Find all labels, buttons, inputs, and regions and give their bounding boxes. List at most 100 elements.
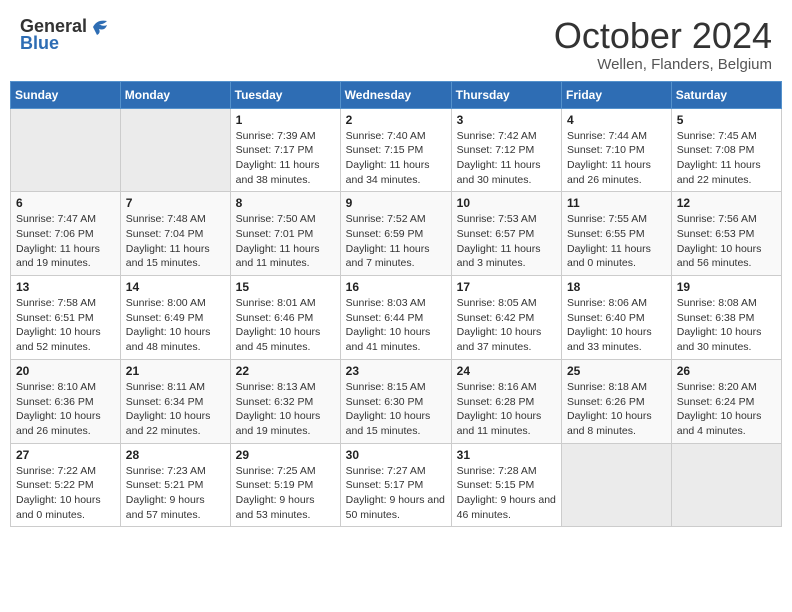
day-number: 23 bbox=[346, 364, 446, 378]
sunrise-value: 8:20 AM bbox=[718, 381, 757, 393]
calendar-cell: 5Sunrise: 7:45 AMSunset: 7:08 PMDaylight… bbox=[671, 108, 781, 192]
daylight-label: Daylight: bbox=[346, 410, 390, 422]
day-number: 20 bbox=[16, 364, 115, 378]
day-info: Sunrise: 7:39 AMSunset: 7:17 PMDaylight:… bbox=[236, 129, 335, 188]
sunset-value: 6:49 PM bbox=[164, 312, 203, 324]
page-header: General Blue October 2024 Wellen, Flande… bbox=[10, 10, 782, 73]
calendar-cell: 12Sunrise: 7:56 AMSunset: 6:53 PMDayligh… bbox=[671, 192, 781, 276]
logo-bird-icon bbox=[89, 17, 111, 37]
calendar-cell: 20 Sunrise: 8:10 AMSunset: 6:36 PMDayligh… bbox=[11, 359, 121, 443]
daylight-label: Daylight: bbox=[567, 326, 611, 338]
sunrise-value: 7:22 AM bbox=[57, 465, 96, 477]
sunrise-value: 8:00 AM bbox=[167, 297, 206, 309]
daylight-label: Daylight: bbox=[457, 410, 501, 422]
day-number: 10 bbox=[457, 196, 556, 210]
day-info: Sunrise: 8:11 AMSunset: 6:34 PMDaylight:… bbox=[126, 380, 225, 439]
sunset-value: 6:38 PM bbox=[715, 312, 754, 324]
sunset-value: 7:17 PM bbox=[274, 144, 313, 156]
daylight-label: Daylight: bbox=[457, 159, 501, 171]
sunset-label: Sunset: bbox=[346, 396, 385, 408]
sunset-value: 7:06 PM bbox=[55, 228, 94, 240]
sunset-label: Sunset: bbox=[457, 479, 496, 491]
sunrise-label: Sunrise: bbox=[677, 381, 718, 393]
sunrise-value: 8:18 AM bbox=[608, 381, 647, 393]
sunrise-label: Sunrise: bbox=[236, 130, 277, 142]
day-info: Sunrise: 7:42 AMSunset: 7:12 PMDaylight:… bbox=[457, 129, 556, 188]
sunset-value: 6:46 PM bbox=[274, 312, 313, 324]
sunrise-label: Sunrise: bbox=[126, 213, 167, 225]
sunrise-value: 7:55 AM bbox=[608, 213, 647, 225]
calendar-cell: 21Sunrise: 8:11 AMSunset: 6:34 PMDayligh… bbox=[120, 359, 230, 443]
day-number: 25 bbox=[567, 364, 666, 378]
sunrise-label: Sunrise: bbox=[126, 297, 167, 309]
sunset-value: 6:34 PM bbox=[164, 396, 203, 408]
day-info: Sunrise: 8:18 AMSunset: 6:26 PMDaylight:… bbox=[567, 380, 666, 439]
day-number: 8 bbox=[236, 196, 335, 210]
day-number: 31 bbox=[457, 448, 556, 462]
day-number: 11 bbox=[567, 196, 666, 210]
calendar-cell: 10 Sunrise: 7:53 AMSunset: 6:57 PMDayligh… bbox=[451, 192, 561, 276]
day-number: 15 bbox=[236, 280, 335, 294]
calendar-table: SundayMondayTuesdayWednesdayThursdayFrid… bbox=[10, 81, 782, 528]
day-info: Sunrise: 8:03 AMSunset: 6:44 PMDaylight:… bbox=[346, 296, 446, 355]
sunrise-label: Sunrise: bbox=[677, 130, 718, 142]
day-info: Sunrise: 7:56 AMSunset: 6:53 PMDaylight:… bbox=[677, 212, 776, 271]
sunset-label: Sunset: bbox=[346, 228, 385, 240]
daylight-label: Daylight: bbox=[236, 410, 280, 422]
sunset-label: Sunset: bbox=[16, 479, 55, 491]
day-info: Sunrise: 8:01 AMSunset: 6:46 PMDaylight:… bbox=[236, 296, 335, 355]
sunset-value: 5:21 PM bbox=[164, 479, 203, 491]
day-number: 13 bbox=[16, 280, 115, 294]
sunrise-label: Sunrise: bbox=[236, 213, 277, 225]
day-number: 19 bbox=[677, 280, 776, 294]
sunset-label: Sunset: bbox=[457, 396, 496, 408]
weekday-header-wednesday: Wednesday bbox=[340, 81, 451, 108]
sunrise-label: Sunrise: bbox=[16, 213, 57, 225]
day-number: 12 bbox=[677, 196, 776, 210]
sunrise-value: 7:52 AM bbox=[387, 213, 426, 225]
daylight-label: Daylight: bbox=[126, 410, 170, 422]
sunrise-label: Sunrise: bbox=[346, 130, 387, 142]
calendar-cell: 29Sunrise: 7:25 AMSunset: 5:19 PMDayligh… bbox=[230, 443, 340, 527]
calendar-cell: 4Sunrise: 7:44 AMSunset: 7:10 PMDaylight… bbox=[562, 108, 672, 192]
day-number: 28 bbox=[126, 448, 225, 462]
sunset-value: 6:28 PM bbox=[495, 396, 534, 408]
daylight-label: Daylight: bbox=[677, 243, 721, 255]
daylight-label: Daylight: bbox=[567, 243, 611, 255]
sunrise-label: Sunrise: bbox=[567, 381, 608, 393]
sunset-value: 6:36 PM bbox=[55, 396, 94, 408]
calendar-cell: 3Sunrise: 7:42 AMSunset: 7:12 PMDaylight… bbox=[451, 108, 561, 192]
sunrise-value: 7:39 AM bbox=[277, 130, 316, 142]
sunrise-label: Sunrise: bbox=[16, 465, 57, 477]
day-number: 26 bbox=[677, 364, 776, 378]
day-info: Sunrise: 8:00 AMSunset: 6:49 PMDaylight:… bbox=[126, 296, 225, 355]
sunrise-value: 7:25 AM bbox=[277, 465, 316, 477]
day-info: Sunrise: 7:40 AMSunset: 7:15 PMDaylight:… bbox=[346, 129, 446, 188]
daylight-label: Daylight: bbox=[677, 410, 721, 422]
sunset-value: 7:04 PM bbox=[164, 228, 203, 240]
sunset-label: Sunset: bbox=[126, 479, 165, 491]
day-number: 16 bbox=[346, 280, 446, 294]
day-number: 7 bbox=[126, 196, 225, 210]
daylight-label: Daylight: bbox=[677, 159, 721, 171]
day-info: Sunrise: 7:53 AMSunset: 6:57 PMDaylight:… bbox=[457, 212, 556, 271]
sunset-label: Sunset: bbox=[677, 396, 716, 408]
sunset-value: 6:53 PM bbox=[715, 228, 754, 240]
day-number: 18 bbox=[567, 280, 666, 294]
sunrise-value: 8:16 AM bbox=[498, 381, 537, 393]
sunrise-label: Sunrise: bbox=[457, 465, 498, 477]
sunrise-value: 7:42 AM bbox=[498, 130, 537, 142]
daylight-label: Daylight: bbox=[236, 243, 280, 255]
sunset-label: Sunset: bbox=[126, 312, 165, 324]
day-info: Sunrise: 8:10 AMSunset: 6:36 PMDaylight:… bbox=[16, 380, 115, 439]
calendar-cell: 6Sunrise: 7:47 AMSunset: 7:06 PMDaylight… bbox=[11, 192, 121, 276]
sunset-label: Sunset: bbox=[567, 312, 606, 324]
sunrise-value: 7:45 AM bbox=[718, 130, 757, 142]
day-number: 22 bbox=[236, 364, 335, 378]
calendar-week-row: 20 Sunrise: 8:10 AMSunset: 6:36 PMDayligh… bbox=[11, 359, 782, 443]
day-info: Sunrise: 8:06 AMSunset: 6:40 PMDaylight:… bbox=[567, 296, 666, 355]
sunrise-label: Sunrise: bbox=[457, 130, 498, 142]
day-info: Sunrise: 8:15 AMSunset: 6:30 PMDaylight:… bbox=[346, 380, 446, 439]
calendar-cell: 26Sunrise: 8:20 AMSunset: 6:24 PMDayligh… bbox=[671, 359, 781, 443]
sunset-label: Sunset: bbox=[457, 228, 496, 240]
